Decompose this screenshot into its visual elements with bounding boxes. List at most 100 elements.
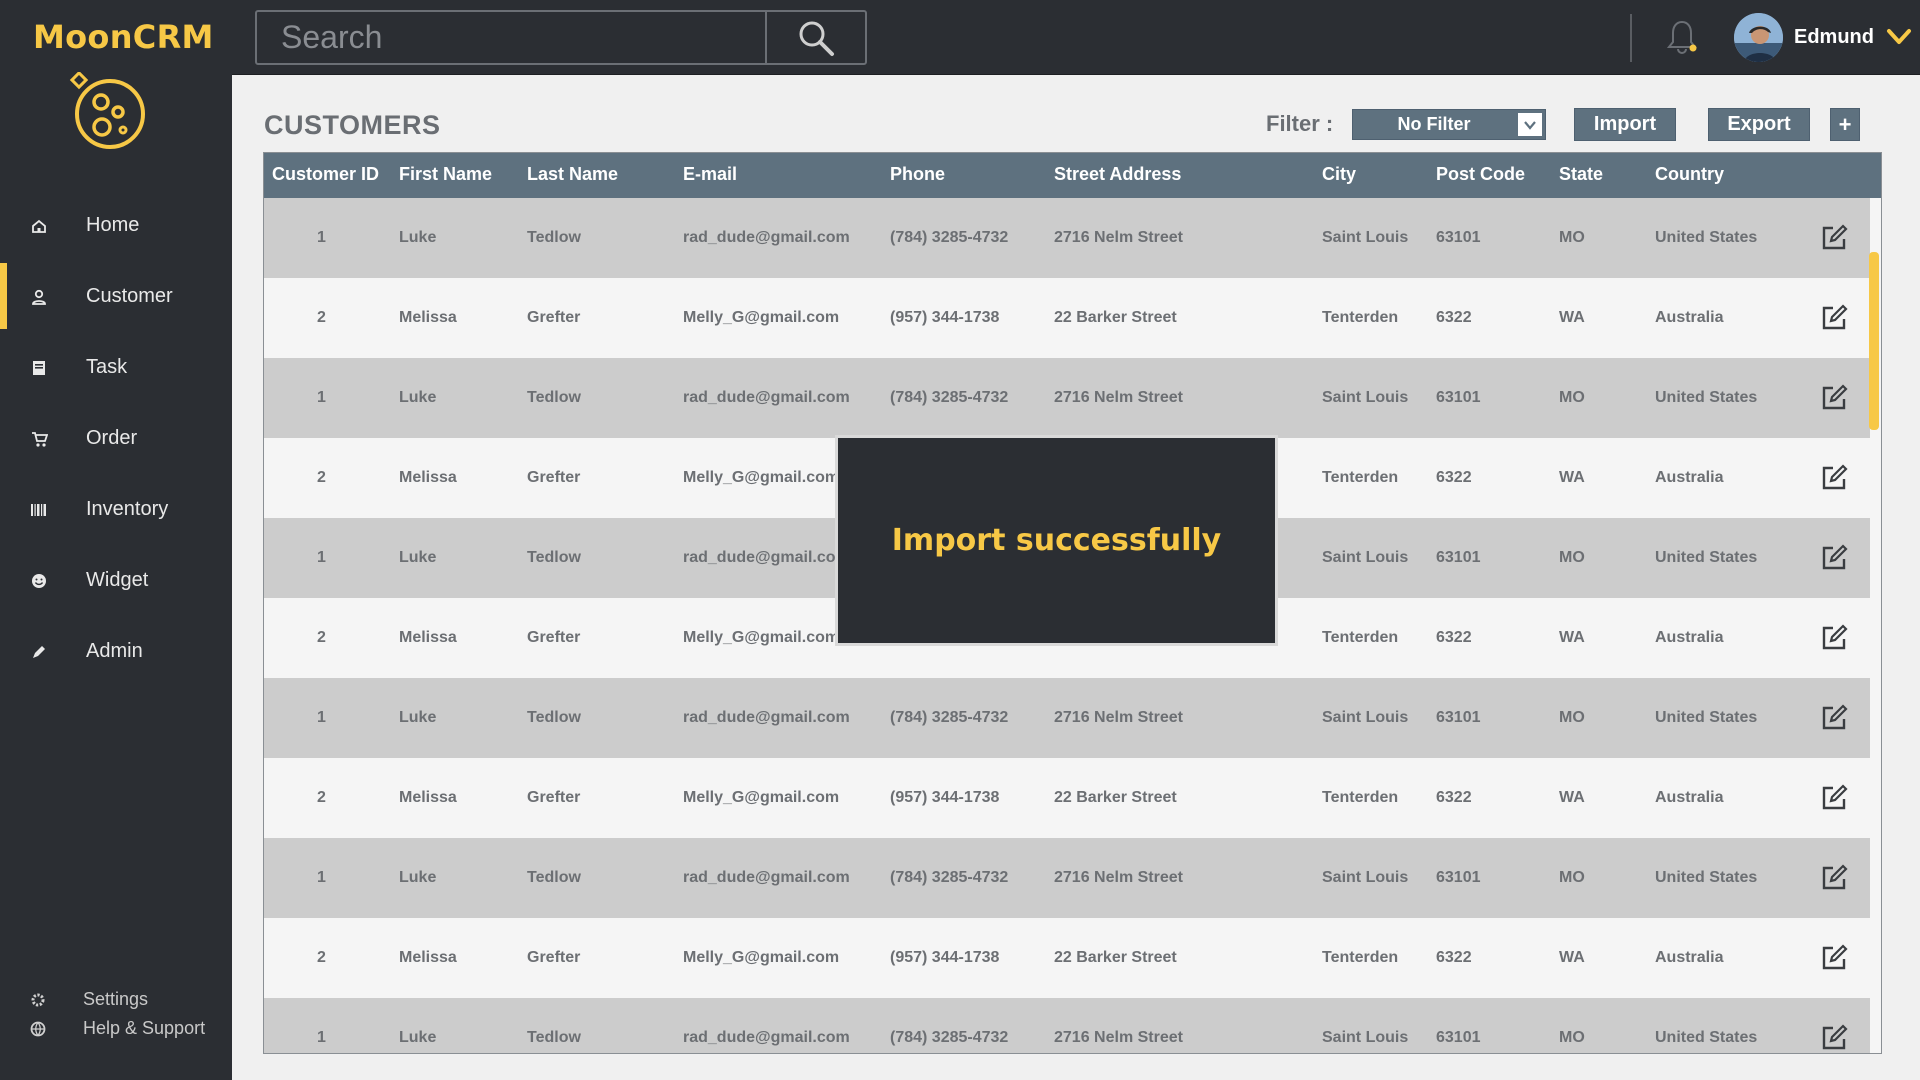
table-cell: Grefter bbox=[527, 789, 581, 806]
table-cell: Luke bbox=[399, 869, 437, 886]
avatar[interactable] bbox=[1734, 13, 1783, 62]
edit-icon[interactable] bbox=[1820, 944, 1848, 972]
table-cell: (957) 344-1738 bbox=[890, 309, 1000, 326]
table-cell: Tedlow bbox=[527, 869, 581, 886]
edit-icon[interactable] bbox=[1820, 544, 1848, 572]
table-cell: (784) 3285-4732 bbox=[890, 709, 1009, 726]
sidebar-footer: Settings Help & Support bbox=[0, 985, 232, 1043]
column-header[interactable]: City bbox=[1322, 164, 1356, 185]
table-cell: 1 bbox=[317, 389, 326, 406]
table-cell: Tenterden bbox=[1322, 629, 1399, 646]
import-button[interactable]: Import bbox=[1574, 108, 1676, 141]
edit-icon[interactable] bbox=[1820, 384, 1848, 412]
user-name[interactable]: Edmund bbox=[1794, 26, 1874, 49]
table-cell: 6322 bbox=[1436, 949, 1472, 966]
table-cell: (784) 3285-4732 bbox=[890, 869, 1009, 886]
sidebar-item-widget[interactable]: Widget bbox=[0, 545, 232, 616]
table-cell: 22 Barker Street bbox=[1054, 309, 1177, 326]
sidebar-item-label: Home bbox=[86, 214, 140, 236]
table-cell: Saint Louis bbox=[1322, 869, 1409, 886]
edit-icon[interactable] bbox=[1820, 1024, 1848, 1052]
notification-bell-icon[interactable] bbox=[1664, 18, 1700, 56]
sidebar-item-admin[interactable]: Admin bbox=[0, 616, 232, 687]
table-cell: Luke bbox=[399, 709, 437, 726]
table-cell: Tedlow bbox=[527, 1029, 581, 1046]
column-header[interactable]: Country bbox=[1655, 164, 1724, 185]
table-cell: 2716 Nelm Street bbox=[1054, 869, 1183, 886]
table-cell: rad_dude@gmail.com bbox=[683, 709, 850, 726]
table-cell: Tedlow bbox=[527, 229, 581, 246]
table-cell: MO bbox=[1559, 549, 1585, 566]
table-cell: Australia bbox=[1655, 949, 1724, 966]
column-header[interactable]: E-mail bbox=[683, 164, 737, 185]
table-cell: WA bbox=[1559, 469, 1585, 486]
user-icon bbox=[30, 288, 48, 306]
sidebar-nav: Home Customer Task Order Inventory Widget Admi… bbox=[0, 190, 232, 687]
column-header[interactable]: Street Address bbox=[1054, 164, 1181, 185]
table-cell: 2716 Nelm Street bbox=[1054, 1029, 1183, 1046]
sidebar-item-task[interactable]: Task bbox=[0, 332, 232, 403]
search-button[interactable] bbox=[765, 12, 865, 63]
cart-icon bbox=[30, 430, 48, 448]
column-header[interactable]: State bbox=[1559, 164, 1603, 185]
edit-icon[interactable] bbox=[1820, 624, 1848, 652]
column-header[interactable]: Phone bbox=[890, 164, 945, 185]
table-cell: 22 Barker Street bbox=[1054, 789, 1177, 806]
table-cell: MO bbox=[1559, 1029, 1585, 1046]
column-header[interactable]: Customer ID bbox=[272, 164, 379, 185]
sidebar-item-customer[interactable]: Customer bbox=[0, 261, 232, 332]
edit-icon[interactable] bbox=[1820, 864, 1848, 892]
search-input[interactable] bbox=[257, 12, 765, 63]
sidebar-item-inventory[interactable]: Inventory bbox=[0, 474, 232, 545]
table-row: 2 Melissa Grefter Melly_G@gmail.com (957) 34… bbox=[264, 278, 1870, 358]
table-header: Customer ID First Name Last Name E-mail Phon… bbox=[264, 153, 1881, 198]
filter-value: No Filter bbox=[1397, 114, 1471, 134]
table-cell: 63101 bbox=[1436, 869, 1481, 886]
table-cell: United States bbox=[1655, 869, 1758, 886]
sidebar-item-order[interactable]: Order bbox=[0, 403, 232, 474]
table-row: 2 Melissa Grefter Melly_G@gmail.com (957) 34… bbox=[264, 758, 1870, 838]
table-cell: Melly_G@gmail.com bbox=[683, 309, 840, 326]
table-cell: United States bbox=[1655, 1029, 1758, 1046]
table-cell: Melissa bbox=[399, 949, 457, 966]
sidebar-item-label: Customer bbox=[86, 285, 173, 307]
column-header[interactable]: Post Code bbox=[1436, 164, 1525, 185]
table-cell: Tenterden bbox=[1322, 789, 1399, 806]
edit-icon[interactable] bbox=[1820, 304, 1848, 332]
sidebar-item-settings[interactable]: Settings bbox=[0, 985, 232, 1014]
export-button[interactable]: Export bbox=[1708, 108, 1810, 141]
table-scrollbar[interactable] bbox=[1869, 252, 1879, 430]
filter-dropdown[interactable]: No Filter bbox=[1352, 109, 1546, 140]
table-cell: Tedlow bbox=[527, 549, 581, 566]
sidebar-item-home[interactable]: Home bbox=[0, 190, 232, 261]
table-cell: Melly_G@gmail.com bbox=[683, 469, 840, 486]
edit-icon[interactable] bbox=[1820, 784, 1848, 812]
table-cell: Grefter bbox=[527, 309, 581, 326]
sidebar-item-help[interactable]: Help & Support bbox=[0, 1014, 232, 1043]
column-header[interactable]: First Name bbox=[399, 164, 492, 185]
chevron-down-icon[interactable] bbox=[1886, 26, 1912, 48]
import-success-toast: Import successfully bbox=[835, 435, 1278, 646]
sidebar-item-label: Help & Support bbox=[83, 1018, 206, 1038]
add-customer-button[interactable]: + bbox=[1830, 108, 1860, 141]
table-cell: WA bbox=[1559, 789, 1585, 806]
table-cell: Luke bbox=[399, 1029, 437, 1046]
table-cell: Tenterden bbox=[1322, 309, 1399, 326]
table-cell: 1 bbox=[317, 1029, 326, 1046]
table-row: 1 Luke Tedlow rad_dude@gmail.com (784) 3285-… bbox=[264, 358, 1870, 438]
edit-icon[interactable] bbox=[1820, 464, 1848, 492]
table-cell: United States bbox=[1655, 389, 1758, 406]
table-cell: Saint Louis bbox=[1322, 229, 1409, 246]
edit-icon[interactable] bbox=[1820, 704, 1848, 732]
table-cell: MO bbox=[1559, 709, 1585, 726]
table-cell: 63101 bbox=[1436, 1029, 1481, 1046]
moon-logo-icon bbox=[69, 72, 145, 149]
table-cell: Grefter bbox=[527, 469, 581, 486]
column-header[interactable]: Last Name bbox=[527, 164, 618, 185]
table-cell: Melissa bbox=[399, 309, 457, 326]
task-icon bbox=[30, 359, 48, 377]
table-cell: (784) 3285-4732 bbox=[890, 389, 1009, 406]
edit-icon[interactable] bbox=[1820, 224, 1848, 252]
sidebar: MoonCRM Home Customer Task Order Inventory Wi… bbox=[0, 0, 232, 1080]
table-cell: MO bbox=[1559, 389, 1585, 406]
